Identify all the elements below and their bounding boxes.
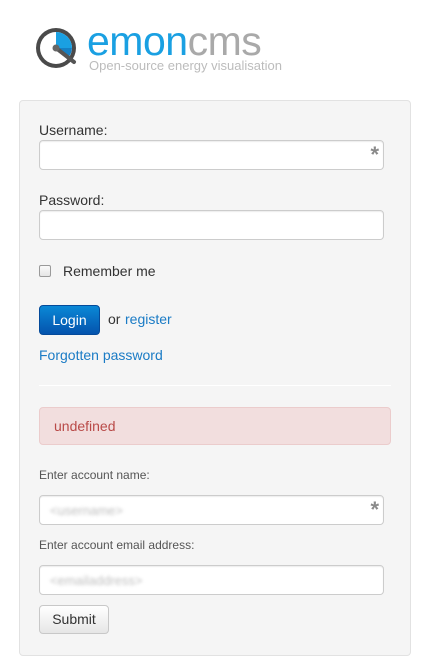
asterisk-icon: * <box>370 142 379 167</box>
login-button[interactable]: Login <box>39 305 100 335</box>
submit-button[interactable]: Submit <box>39 605 109 634</box>
account-name-input[interactable] <box>40 496 383 524</box>
error-alert: undefined <box>39 407 391 445</box>
username-field[interactable]: * <box>39 140 384 170</box>
password-label: Password: <box>39 192 105 208</box>
account-name-label: Enter account name: <box>39 468 150 482</box>
checkbox-icon[interactable] <box>39 265 51 277</box>
login-panel: Username: * Password: Remember me Login … <box>19 100 411 656</box>
brand-tagline: Open-source energy visualisation <box>89 58 282 73</box>
password-input[interactable] <box>40 211 383 239</box>
gauge-icon <box>36 28 76 68</box>
username-label: Username: <box>39 122 108 138</box>
email-field[interactable] <box>39 565 384 595</box>
email-label: Enter account email address: <box>39 538 195 552</box>
username-input[interactable] <box>40 141 383 169</box>
divider <box>39 385 391 386</box>
account-name-field[interactable]: * <box>39 495 384 525</box>
remember-me-label[interactable]: Remember me <box>63 263 156 279</box>
email-input[interactable] <box>40 566 383 594</box>
password-field[interactable] <box>39 210 384 240</box>
asterisk-icon: * <box>370 497 379 522</box>
or-text: or <box>108 311 121 327</box>
register-link[interactable]: register <box>125 311 172 327</box>
remember-me[interactable]: Remember me <box>39 262 156 280</box>
header: emoncms Open-source energy visualisation <box>32 18 312 76</box>
forgot-password-link[interactable]: Forgotten password <box>39 347 163 363</box>
